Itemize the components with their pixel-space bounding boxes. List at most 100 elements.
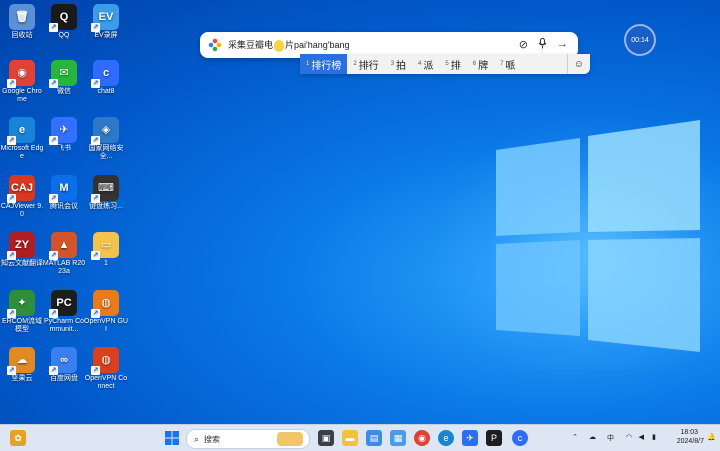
- shortcut-arrow-icon: ↗: [49, 194, 58, 203]
- pycharm-icon[interactable]: P: [486, 430, 502, 446]
- app-icon: ☁ ↗: [7, 347, 35, 375]
- ime-candidate[interactable]: 2 排行: [347, 54, 384, 74]
- app-icon: ⌨ ↗: [91, 175, 119, 203]
- submit-arrow-icon[interactable]: →: [557, 38, 568, 52]
- ime-candidate[interactable]: 5排: [439, 54, 466, 74]
- settings-app-icon[interactable]: ▦: [390, 430, 406, 446]
- desktop-icon[interactable]: PC ↗ PyCharm Communit...: [42, 290, 86, 334]
- ime-candidate[interactable]: 6牌: [467, 54, 494, 74]
- desktop-icon[interactable]: ZY ↗ 知云文献翻译: [0, 232, 44, 268]
- shortcut-arrow-icon: ↗: [49, 309, 58, 318]
- desktop-icon-label: 坚果云: [11, 375, 33, 382]
- desktop-icon[interactable]: ⌨ ↗ 键盘练习...: [84, 175, 128, 211]
- ime-candidate[interactable]: 4派: [412, 54, 439, 74]
- cloud-icon[interactable]: ☁: [589, 433, 596, 441]
- candidate-number: 7: [500, 61, 504, 67]
- candidate-number: 2: [353, 61, 357, 67]
- shortcut-arrow-icon: ↗: [91, 23, 100, 32]
- start-button[interactable]: [164, 430, 180, 446]
- volume-icon[interactable]: ◀: [639, 433, 644, 441]
- desktop-icon[interactable]: ◍ ↗ OpenVPN GUI: [84, 290, 128, 334]
- widgets-icon[interactable]: ✿: [10, 430, 26, 446]
- notification-bell-icon[interactable]: 🔔: [707, 433, 716, 441]
- desktop-icon-label: 知云文献翻译: [1, 260, 43, 267]
- app-icon-glyph: ⌨: [98, 182, 114, 194]
- desktop-icon[interactable]: EV ↗ EV录屏: [84, 4, 128, 40]
- tray-chevron-icon[interactable]: ⌃: [572, 433, 578, 441]
- edge-icon[interactable]: e: [438, 430, 454, 446]
- app-icon-glyph: ☁: [16, 354, 28, 366]
- desktop-icon[interactable]: ◍ ↗ OpenVPN Connect: [84, 347, 128, 391]
- file-explorer-icon[interactable]: ▬: [342, 430, 358, 446]
- candidate-text: 排行: [358, 60, 379, 72]
- taskbar-search[interactable]: ⌕ 搜索: [186, 429, 310, 449]
- desktop-icon[interactable]: ☁ ↗ 坚果云: [0, 347, 44, 383]
- app-icon-glyph: M: [59, 182, 69, 194]
- desktop-icon[interactable]: ✉ ↗ 微信: [42, 60, 86, 96]
- recording-timer[interactable]: 00:14: [624, 24, 656, 56]
- app-icon: ✦ ↗: [7, 290, 35, 318]
- app-icon-glyph: ▲: [58, 239, 70, 251]
- search-placeholder: 搜索: [204, 434, 221, 444]
- desktop-icon-label: Google Chrome: [2, 88, 42, 103]
- app-icon: ◈ ↗: [91, 117, 119, 145]
- shortcut-arrow-icon: ↗: [7, 194, 16, 203]
- desktop-icon[interactable]: ∞ ↗ 百度网盘: [42, 347, 86, 383]
- desktop-icon[interactable]: ◉ ↗ Google Chrome: [0, 60, 44, 104]
- desktop-icon[interactable]: Q ↗ QQ: [42, 4, 86, 40]
- app-icon: M ↗: [49, 175, 77, 203]
- microphone-icon[interactable]: [538, 38, 547, 52]
- shortcut-arrow-icon: ↗: [7, 251, 16, 260]
- attach-icon[interactable]: ⊘: [519, 38, 528, 52]
- desktop-icon[interactable]: ▲ ↗ MATLAB R2023a: [42, 232, 86, 276]
- candidate-number: 6: [472, 61, 477, 67]
- desktop-icon[interactable]: M ↗ 腾讯会议: [42, 175, 86, 211]
- app-icon-glyph: ✈: [59, 124, 69, 136]
- shortcut-arrow-icon: ↗: [91, 79, 100, 88]
- clock-date[interactable]: 2024/8/7: [677, 438, 704, 445]
- ime-candidate[interactable]: 7哌: [494, 54, 521, 74]
- app-icon: ▭ ↗: [91, 232, 119, 260]
- shortcut-arrow-icon: ↗: [7, 136, 16, 145]
- ime-candidate[interactable]: 3拍: [385, 54, 412, 74]
- shortcut-arrow-icon: ↗: [91, 309, 100, 318]
- chrome-icon[interactable]: ◉: [414, 430, 430, 446]
- battery-icon[interactable]: ▮: [652, 433, 656, 441]
- desktop-icon-label: 微信: [57, 88, 71, 95]
- candidate-number: 5: [445, 61, 449, 67]
- desktop-icon[interactable]: ◈ ↗ 国家网络安全...: [84, 117, 128, 161]
- desktop-icon-label: 腾讯会议: [50, 203, 78, 210]
- input-language[interactable]: 中: [607, 433, 614, 443]
- candidate-number: 3: [390, 61, 395, 67]
- desktop-icon-label: ERCOM流域模型: [1, 318, 43, 333]
- desktop-icon[interactable]: ✦ ↗ ERCOM流域模型: [0, 290, 44, 334]
- desktop-icon-label: 飞书: [57, 145, 71, 152]
- emoji-icon[interactable]: ☺: [566, 54, 590, 74]
- app-icon-glyph: EV: [98, 11, 114, 23]
- desktop-icon[interactable]: c ↗ chat8: [84, 60, 128, 96]
- app-icon-glyph: ∞: [60, 354, 68, 366]
- desktop-icon[interactable]: ▭ ↗ 1: [84, 232, 128, 268]
- app-icon-glyph: ◍: [101, 297, 111, 309]
- taskbar: ✿ ⌕ 搜索 ▣ ▬ ▤ ▦ ◉ e ✈ P c ⌃ ☁ 中 ◠ ◀ ▮ 18:…: [0, 424, 720, 451]
- feishu-icon[interactable]: ✈: [462, 430, 478, 446]
- shortcut-arrow-icon: ↗: [49, 251, 58, 260]
- shortcut-arrow-icon: ↗: [49, 136, 58, 145]
- app-icon: PC ↗: [49, 290, 77, 318]
- desktop-icon-label: PyCharm Communit...: [43, 318, 85, 333]
- timer-value: 00:14: [631, 36, 649, 44]
- desktop-icon-label: 国家网络安全...: [88, 145, 124, 160]
- ime-candidate[interactable]: 1 排行榜: [300, 54, 348, 74]
- desktop-icon[interactable]: 🗑 回收站: [0, 4, 44, 40]
- clock-time[interactable]: 18:03: [680, 429, 698, 436]
- desktop-icon[interactable]: e ↗ Microsoft Edge: [0, 117, 44, 161]
- desktop-icon[interactable]: CAJ ↗ CAJViewer 9.0: [0, 175, 44, 219]
- store-icon[interactable]: ▤: [366, 430, 382, 446]
- app-icon: CAJ ↗: [7, 175, 35, 203]
- chat8-icon[interactable]: c: [512, 430, 528, 446]
- shortcut-arrow-icon: ↗: [91, 136, 100, 145]
- wifi-icon[interactable]: ◠: [626, 433, 632, 441]
- desktop-icon[interactable]: ✈ ↗ 飞书: [42, 117, 86, 153]
- ime-composition-text[interactable]: 采集豆瓣电 片pai'hang'bang: [228, 38, 350, 52]
- task-view-icon[interactable]: ▣: [318, 430, 334, 446]
